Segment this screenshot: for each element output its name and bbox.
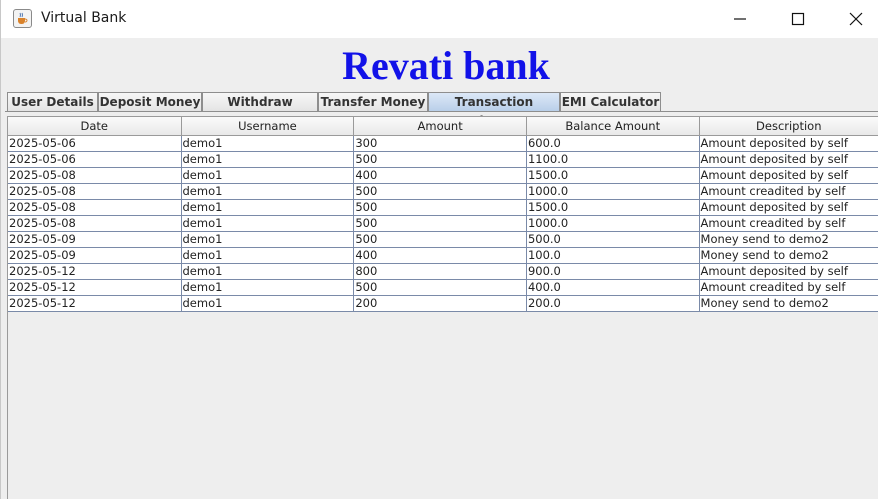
cell-username[interactable]: demo1 <box>181 279 355 296</box>
cell-description[interactable]: Amount deposited by self <box>699 151 878 168</box>
tab-transfer-money[interactable]: Transfer Money <box>318 92 428 111</box>
column-header-username[interactable]: Username <box>181 117 355 136</box>
cell-username[interactable]: demo1 <box>181 183 355 200</box>
cell-description[interactable]: Amount deposited by self <box>699 135 878 152</box>
cell-balance[interactable]: 1500.0 <box>526 167 700 184</box>
cell-date[interactable]: 2025-05-06 <box>8 151 182 168</box>
tab-user-details[interactable]: User Details <box>7 92 98 111</box>
cell-date[interactable]: 2025-05-08 <box>8 167 182 184</box>
cell-date[interactable]: 2025-05-09 <box>8 247 182 264</box>
cell-username[interactable]: demo1 <box>181 135 355 152</box>
transaction-table: Date Username Amount Balance Amount Desc… <box>8 117 878 312</box>
table-row[interactable]: 2025-05-08 demo1 500 1000.0 Amount cread… <box>8 215 878 232</box>
app-window: Virtual Bank Revati bank User Details De… <box>0 0 878 499</box>
cell-amount[interactable]: 400 <box>353 167 527 184</box>
cell-date[interactable]: 2025-05-08 <box>8 215 182 232</box>
table-header-row: Date Username Amount Balance Amount Desc… <box>8 117 878 136</box>
table-row[interactable]: 2025-05-12 demo1 800 900.0 Amount deposi… <box>8 263 878 280</box>
table-row[interactable]: 2025-05-08 demo1 500 1000.0 Amount cread… <box>8 183 878 200</box>
cell-amount[interactable]: 500 <box>353 183 527 200</box>
cell-amount[interactable]: 300 <box>353 135 527 152</box>
cell-amount[interactable]: 500 <box>353 215 527 232</box>
column-header-balance-amount[interactable]: Balance Amount <box>526 117 700 136</box>
cell-date[interactable]: 2025-05-12 <box>8 263 182 280</box>
cell-date[interactable]: 2025-05-09 <box>8 231 182 248</box>
table-row[interactable]: 2025-05-09 demo1 500 500.0 Money send to… <box>8 231 878 248</box>
cell-description[interactable]: Amount creadited by self <box>699 183 878 200</box>
tab-emi-calculator[interactable]: EMI Calculator <box>560 92 661 111</box>
cell-date[interactable]: 2025-05-08 <box>8 183 182 200</box>
close-icon <box>849 12 863 26</box>
table-row[interactable]: 2025-05-08 demo1 400 1500.0 Amount depos… <box>8 167 878 184</box>
cell-balance[interactable]: 400.0 <box>526 279 700 296</box>
cell-balance[interactable]: 1000.0 <box>526 183 700 200</box>
title-bar[interactable]: Virtual Bank <box>1 0 878 38</box>
cell-date[interactable]: 2025-05-06 <box>8 135 182 152</box>
minimize-icon <box>734 18 746 20</box>
cell-description[interactable]: Amount deposited by self <box>699 167 878 184</box>
column-header-description[interactable]: Description <box>699 117 878 136</box>
table-row[interactable]: 2025-05-06 demo1 500 1100.0 Amount depos… <box>8 151 878 168</box>
cell-description[interactable]: Amount creadited by self <box>699 215 878 232</box>
cell-description[interactable]: Money send to demo2 <box>699 247 878 264</box>
cell-amount[interactable]: 500 <box>353 151 527 168</box>
transaction-table-area: Date Username Amount Balance Amount Desc… <box>7 116 878 499</box>
tab-withdraw-money[interactable]: Withdraw Money <box>202 92 318 128</box>
cell-amount[interactable]: 800 <box>353 263 527 280</box>
tab-transaction-history[interactable]: Transaction History <box>428 92 560 128</box>
cell-date[interactable]: 2025-05-12 <box>8 295 182 312</box>
java-cup-icon[interactable] <box>13 9 32 28</box>
maximize-icon <box>791 12 805 26</box>
cell-description[interactable]: Amount deposited by self <box>699 263 878 280</box>
bank-heading: Revati bank <box>342 43 550 88</box>
table-row[interactable]: 2025-05-08 demo1 500 1500.0 Amount depos… <box>8 199 878 216</box>
cell-balance[interactable]: 500.0 <box>526 231 700 248</box>
cell-username[interactable]: demo1 <box>181 247 355 264</box>
cell-username[interactable]: demo1 <box>181 167 355 184</box>
cell-amount[interactable]: 200 <box>353 295 527 312</box>
cell-date[interactable]: 2025-05-12 <box>8 279 182 296</box>
cell-username[interactable]: demo1 <box>181 295 355 312</box>
cell-balance[interactable]: 1100.0 <box>526 151 700 168</box>
cell-username[interactable]: demo1 <box>181 199 355 216</box>
cell-balance[interactable]: 600.0 <box>526 135 700 152</box>
cell-amount[interactable]: 500 <box>353 279 527 296</box>
cell-amount[interactable]: 500 <box>353 199 527 216</box>
cell-balance[interactable]: 900.0 <box>526 263 700 280</box>
cell-description[interactable]: Amount creadited by self <box>699 279 878 296</box>
cell-username[interactable]: demo1 <box>181 231 355 248</box>
cell-balance[interactable]: 1500.0 <box>526 199 700 216</box>
cell-username[interactable]: demo1 <box>181 151 355 168</box>
cell-description[interactable]: Amount deposited by self <box>699 199 878 216</box>
cell-amount[interactable]: 400 <box>353 247 527 264</box>
cell-description[interactable]: Money send to demo2 <box>699 231 878 248</box>
maximize-button[interactable] <box>775 0 821 38</box>
minimize-button[interactable] <box>717 0 763 38</box>
cell-username[interactable]: demo1 <box>181 215 355 232</box>
column-header-date[interactable]: Date <box>8 117 182 136</box>
cell-amount[interactable]: 500 <box>353 231 527 248</box>
table-row[interactable]: 2025-05-12 demo1 200 200.0 Money send to… <box>8 295 878 312</box>
tab-divider <box>5 111 878 112</box>
column-header-amount[interactable]: Amount <box>353 117 527 136</box>
table-row[interactable]: 2025-05-12 demo1 500 400.0 Amount creadi… <box>8 279 878 296</box>
cell-username[interactable]: demo1 <box>181 263 355 280</box>
window-title: Virtual Bank <box>41 10 127 26</box>
tab-deposit-money[interactable]: Deposit Money <box>98 92 202 111</box>
cell-balance[interactable]: 200.0 <box>526 295 700 312</box>
close-button[interactable] <box>833 0 878 38</box>
table-row[interactable]: 2025-05-06 demo1 300 600.0 Amount deposi… <box>8 135 878 152</box>
cell-balance[interactable]: 1000.0 <box>526 215 700 232</box>
cell-date[interactable]: 2025-05-08 <box>8 199 182 216</box>
cell-description[interactable]: Money send to demo2 <box>699 295 878 312</box>
table-row[interactable]: 2025-05-09 demo1 400 100.0 Money send to… <box>8 247 878 264</box>
cell-balance[interactable]: 100.0 <box>526 247 700 264</box>
